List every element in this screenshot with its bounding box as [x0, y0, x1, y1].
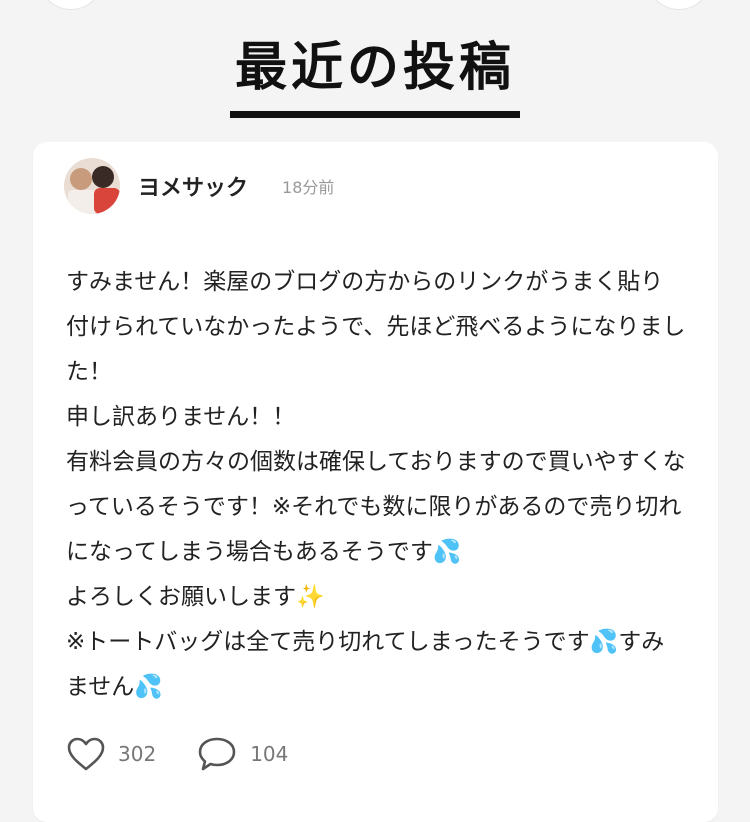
post-body: すみません！楽屋のブログの方からのリンクがうまく貼り付けられていなかったようで、…: [66, 269, 686, 700]
top-nav-button-left[interactable]: [40, 0, 102, 10]
top-nav-button-right[interactable]: [648, 0, 710, 10]
section-title: 最近の投稿: [234, 38, 515, 98]
avatar[interactable]: [64, 158, 120, 214]
like-button[interactable]: 302: [66, 736, 156, 772]
post-actions: 302 104: [66, 732, 328, 776]
comment-count: 104: [250, 742, 289, 766]
speech-bubble-icon: [196, 735, 238, 773]
post-timestamp: 18分前: [282, 178, 335, 197]
comment-button[interactable]: 104: [196, 735, 288, 773]
author-name[interactable]: ヨメサック: [138, 170, 248, 202]
title-underline: [230, 111, 520, 118]
heart-icon: [66, 736, 106, 772]
like-count: 302: [118, 742, 157, 766]
post-card[interactable]: ヨメサック 18分前 すみません！楽屋のブログの方からのリンクがうまく貼り付けら…: [33, 142, 718, 822]
post-header: ヨメサック 18分前: [64, 157, 334, 215]
